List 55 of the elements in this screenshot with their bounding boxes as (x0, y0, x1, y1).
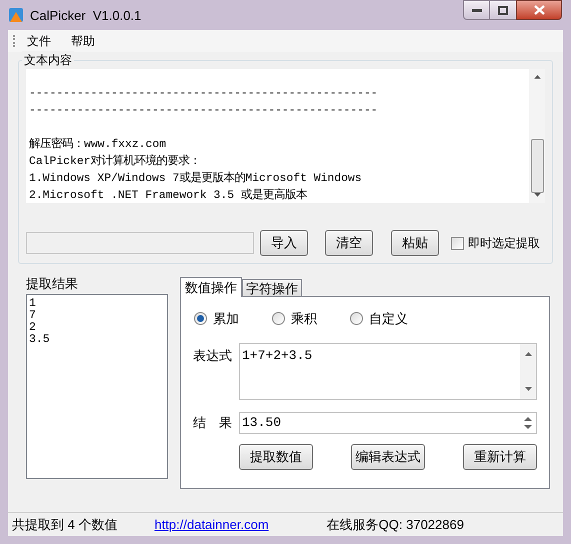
maximize-icon (498, 6, 508, 14)
text-line: 2.Microsoft .NET Framework 3.5 或是更高版本 (29, 188, 308, 204)
radio-button[interactable] (272, 312, 285, 326)
window-title: CalPicker V1.0.0.1 (30, 7, 142, 25)
input-field[interactable] (26, 232, 254, 254)
checkbox[interactable] (451, 236, 464, 250)
field-value: 1+7+2+3.5 (241, 346, 314, 364)
radio-button[interactable] (350, 312, 363, 326)
field-label: 表达式 (193, 346, 233, 364)
close-icon (534, 5, 544, 15)
action-button[interactable]: 粘贴 (391, 230, 439, 256)
group-title: 提取结果 (26, 275, 78, 293)
minimize-button[interactable] (463, 0, 490, 20)
list-item[interactable]: 1 (29, 298, 167, 310)
scroll-up-icon (524, 352, 532, 356)
minimize-icon (472, 8, 482, 12)
field-value: 13.50 (241, 414, 282, 432)
text-line: --------------------------------------------------- (29, 104, 379, 119)
close-button[interactable] (516, 0, 562, 20)
action-button[interactable]: 编辑表达式 (351, 444, 425, 470)
menu-item[interactable]: 帮助 (71, 32, 95, 50)
action-button[interactable]: 导入 (260, 230, 308, 256)
text-line: --------------------------------------------------- (29, 87, 379, 102)
app-icon (8, 7, 24, 23)
text-line: 1.Windows XP/Windows 7或是更版本的Microsoft Windows (29, 171, 363, 187)
text-content-area[interactable] (26, 69, 545, 203)
action-button[interactable]: 重新计算 (463, 444, 537, 470)
tab[interactable]: 字符操作 (242, 279, 302, 296)
checkbox-label: 即时选定提取 (468, 235, 540, 252)
scroll-up-icon (534, 75, 540, 79)
maximize-button[interactable] (490, 0, 516, 20)
text-line: 解压密码：www.fxxz.com (29, 137, 168, 153)
text-line: CalPicker对计算机环境的要求： (29, 154, 202, 170)
list-item[interactable]: 3.5 (29, 334, 167, 346)
field-label: 结 果 (193, 414, 233, 432)
scroll-thumb[interactable] (530, 138, 544, 194)
scroll-down-icon (524, 386, 532, 390)
expression-field[interactable]: 1+7+2+3.5 (239, 342, 537, 400)
action-button[interactable]: 提取数值 (239, 444, 313, 470)
status-text: 在线服务QQ: 37022869 (326, 516, 464, 534)
list-item[interactable]: 2 (29, 322, 167, 334)
website-link[interactable]: http://datainner.com (154, 514, 269, 534)
result-field[interactable]: 13.50 (239, 412, 537, 434)
list-item[interactable]: 7 (29, 310, 167, 322)
tab[interactable]: 数值操作 (180, 277, 242, 297)
spinner-icon (524, 416, 532, 430)
radio-label: 乘积 (291, 310, 317, 328)
results-list[interactable]: 1 7 2 3.5 (26, 294, 168, 479)
status-text: 共提取到 4 个数值 (12, 516, 118, 534)
radio-label: 累加 (213, 310, 239, 328)
menu-item[interactable]: 文件 (27, 32, 51, 50)
scrollbar[interactable] (529, 69, 545, 203)
radio-label: 自定义 (369, 310, 408, 328)
action-button[interactable]: 清空 (325, 230, 373, 256)
radio-button[interactable] (194, 312, 207, 326)
